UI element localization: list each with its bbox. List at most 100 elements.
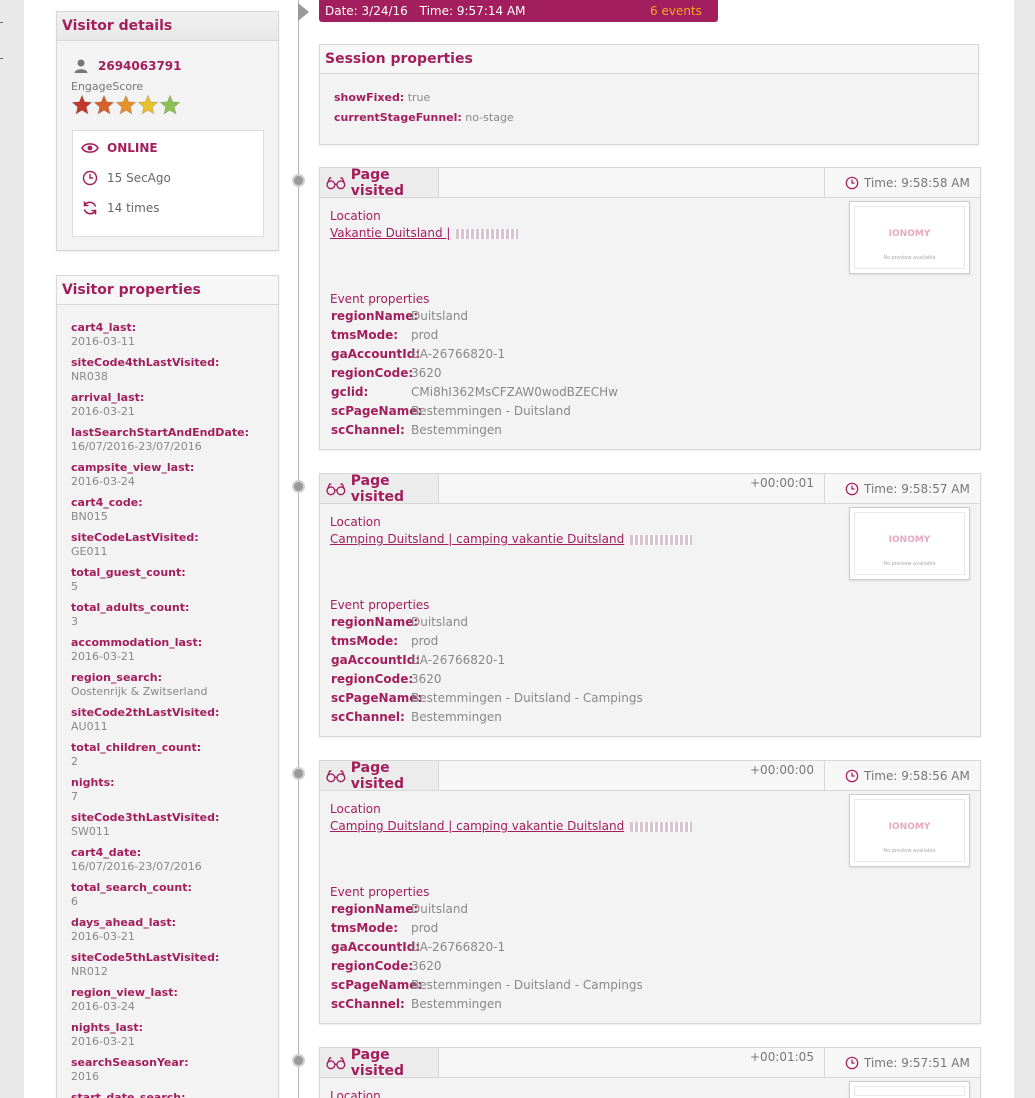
preview-logo: IONOMY	[888, 822, 931, 832]
event-property: regionCode: 3620	[331, 366, 618, 385]
visitor-property-key: cart4_last:	[71, 321, 137, 334]
edge-mark	[0, 58, 3, 59]
event-title-tab[interactable]: Page visited	[320, 1046, 439, 1079]
visitor-property-value: 2016	[71, 1070, 99, 1083]
event-properties-table: regionName: Duitsland tmsMode: prod gaAccoun…	[331, 309, 618, 442]
visitor-property: total_adults_count: 3	[71, 601, 271, 636]
event-properties-label: Event properties	[330, 598, 430, 612]
visitor-property-key: siteCodeLastVisited:	[71, 531, 199, 544]
visitor-property: cart4_last: 2016-03-11	[71, 321, 271, 356]
event-property-value: prod	[411, 921, 439, 935]
event-time: Time: 9:58:56 AM	[824, 761, 981, 790]
location-link-text: Vakantie Duitsland |	[330, 226, 451, 240]
event-properties-label: Event properties	[330, 885, 430, 899]
event-header: Page visited +00:01:05 Time: 9:57:51 AM	[320, 1046, 980, 1079]
visitor-property: nights_last: 2016-03-21	[71, 1021, 271, 1056]
event-property: regionCode: 3620	[331, 672, 643, 691]
event-property: regionName: Duitsland	[331, 902, 643, 921]
event-time-text: Time: 9:57:51 AM	[864, 1055, 970, 1070]
preview-logo: IONOMY	[888, 535, 931, 545]
visitor-property-key: accommodation_last:	[71, 636, 203, 649]
visitor-property-value: 2016-03-21	[71, 930, 135, 943]
event-property: regionCode: 3620	[331, 959, 643, 978]
visitor-property: siteCode3thLastVisited: SW011	[71, 811, 271, 846]
event-property-key: scChannel:	[331, 997, 405, 1011]
session-properties-title: Session properties	[320, 45, 978, 74]
event-property-key: scChannel:	[331, 710, 405, 724]
location-link[interactable]: Vakantie Duitsland |	[330, 226, 519, 240]
event-property-key: tmsMode:	[331, 328, 399, 342]
session-property: showFixed: true	[334, 91, 430, 104]
event-property-key: regionCode:	[331, 672, 414, 686]
visitor-property-key: total_adults_count:	[71, 601, 190, 614]
visitor-property-value: 2016-03-11	[71, 335, 135, 348]
session-event-count: 6 events	[650, 4, 702, 18]
visitor-property-key: siteCode2thLastVisited:	[71, 706, 220, 719]
page-preview-thumbnail[interactable]: IONOMY No preview available	[849, 794, 970, 867]
event-title: Page visited	[350, 1046, 405, 1079]
visitor-property-key: campsite_view_last:	[71, 461, 195, 474]
location-link-text: Camping Duitsland | camping vakantie Dui…	[330, 532, 625, 546]
event-header: Page visited +00:00:00 Time: 9:58:56 AM	[320, 760, 981, 792]
event-header: Page visited Time: 9:58:58 AM	[320, 167, 980, 199]
session-date-bar[interactable]: Date: 3/24/16 Time: 9:57:14 AM 6 events	[319, 0, 718, 22]
user-icon	[74, 59, 88, 73]
visitor-property: region_search: Oostenrijk & Zwitserland	[71, 671, 271, 706]
visitor-property-value: 2016-03-24	[71, 1000, 135, 1013]
visitor-property: region_view_last: 2016-03-24	[71, 986, 271, 1021]
event-properties-table: regionName: Duitsland tmsMode: prod gaAccoun…	[331, 615, 643, 729]
blurred-url	[630, 534, 693, 545]
event-property-value: prod	[411, 328, 439, 342]
session-property: currentStageFunnel: no-stage	[334, 111, 514, 124]
page-visited-event: Page visited +00:01:05 Time: 9:57:51 AM Loc…	[319, 1047, 981, 1098]
event-property: gaAccountId: UA-26766820-1	[331, 653, 643, 672]
event-title: Page visited	[350, 472, 405, 505]
timeline-arrow[interactable]	[298, 3, 309, 21]
event-property-value: 3620	[411, 672, 442, 686]
page-visited-event: Page visited +00:00:00 Time: 9:58:56 AM Loc…	[319, 760, 981, 1024]
timeline-dot	[292, 1054, 305, 1067]
event-time-offset: +00:01:05	[750, 1050, 814, 1064]
visitor-property: lastSearchStartAndEndDate: 16/07/2016-23/…	[71, 426, 271, 461]
timeline-dot	[292, 480, 305, 493]
event-property: tmsMode: prod	[331, 921, 643, 940]
visitor-property-value: 6	[71, 895, 78, 908]
visitor-property: siteCodeLastVisited: GE011	[71, 531, 271, 566]
event-property-value: Bestemmingen - Duitsland - Campings	[411, 691, 643, 705]
location-link[interactable]: Camping Duitsland | camping vakantie Dui…	[330, 532, 693, 546]
visitor-property: total_search_count: 6	[71, 881, 271, 916]
visitor-property-key: searchSeasonYear:	[71, 1056, 189, 1069]
page-preview-thumbnail[interactable]	[849, 1081, 970, 1098]
event-property-key: regionName:	[331, 615, 419, 629]
visitor-property: nights: 7	[71, 776, 271, 811]
page-preview-thumbnail[interactable]: IONOMY No preview available	[849, 507, 970, 580]
event-title-tab[interactable]: Page visited	[320, 472, 439, 505]
visitor-property-key: siteCode3thLastVisited:	[71, 811, 220, 824]
visit-count-row: 14 times	[81, 199, 159, 217]
event-property: regionName: Duitsland	[331, 615, 643, 634]
visitor-property-key: arrival_last:	[71, 391, 145, 404]
event-property-key: scPageName:	[331, 691, 423, 705]
visitor-property: siteCode2thLastVisited: AU011	[71, 706, 271, 741]
event-property-value: prod	[411, 634, 439, 648]
event-property-value: 3620	[411, 959, 442, 973]
event-property: gaAccountId: UA-26766820-1	[331, 347, 618, 366]
event-property-key: scChannel:	[331, 423, 405, 437]
event-title-tab[interactable]: Page visited	[320, 760, 439, 792]
glasses-icon	[326, 482, 346, 495]
visitor-property: campsite_view_last: 2016-03-24	[71, 461, 271, 496]
visitor-property-value: 2016-03-21	[71, 405, 135, 418]
visitor-property-value: 2016-03-21	[71, 650, 135, 663]
event-title-tab[interactable]: Page visited	[320, 167, 439, 199]
page-preview-thumbnail[interactable]: IONOMY No preview available	[849, 201, 970, 274]
visitor-id[interactable]: 2694063791	[98, 59, 182, 73]
preview-no-preview-text: No preview available	[883, 561, 936, 567]
location-link[interactable]: Camping Duitsland | camping vakantie Dui…	[330, 819, 693, 833]
visitor-property-key: total_search_count:	[71, 881, 192, 894]
session-date: Date: 3/24/16	[325, 4, 408, 18]
event-properties-label: Event properties	[330, 292, 430, 306]
session-property-key: currentStageFunnel:	[334, 111, 462, 124]
preview-no-preview-text: No preview available	[883, 255, 936, 261]
visitor-property-value: Oostenrijk & Zwitserland	[71, 685, 208, 698]
glasses-icon	[326, 176, 346, 189]
